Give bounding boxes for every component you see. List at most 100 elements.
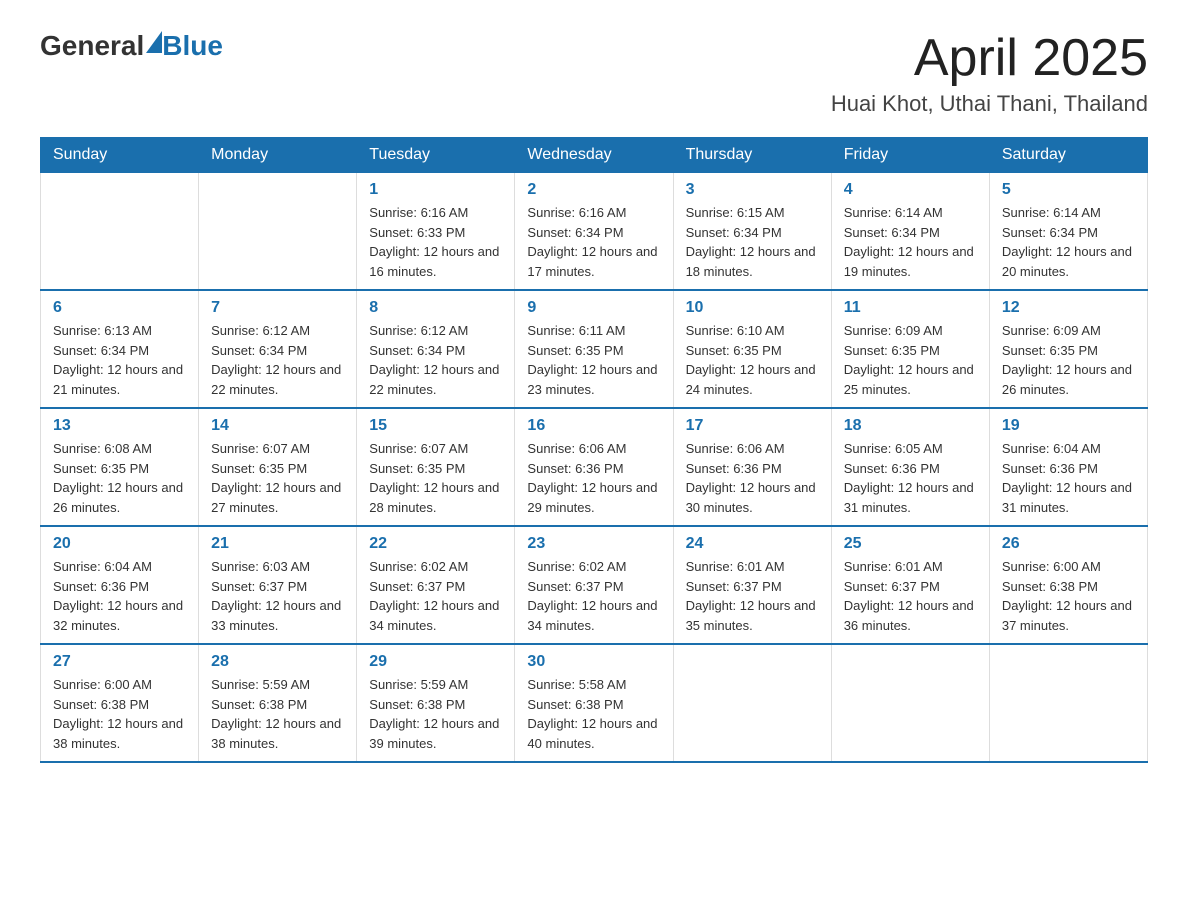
cell-info: Sunrise: 6:03 AMSunset: 6:37 PMDaylight:… bbox=[211, 557, 344, 635]
cell-day-number: 23 bbox=[527, 535, 660, 553]
cell-day-number: 20 bbox=[53, 535, 186, 553]
logo-text-general: General bbox=[40, 30, 144, 62]
cell-info: Sunrise: 5:59 AMSunset: 6:38 PMDaylight:… bbox=[211, 675, 344, 753]
cell-info: Sunrise: 6:05 AMSunset: 6:36 PMDaylight:… bbox=[844, 439, 977, 517]
calendar-cell: 1Sunrise: 6:16 AMSunset: 6:33 PMDaylight… bbox=[357, 173, 515, 291]
calendar-cell: 8 Sunrise: 6:12 AMSunset: 6:34 PMDaylight… bbox=[357, 290, 515, 408]
cell-info: Sunrise: 6:06 AMSunset: 6:36 PMDaylight:… bbox=[686, 439, 819, 517]
calendar-cell: 30Sunrise: 5:58 AMSunset: 6:38 PMDayligh… bbox=[515, 644, 673, 762]
cell-day-number: 7 bbox=[211, 299, 344, 317]
calendar-cell: 10 Sunrise: 6:10 AMSunset: 6:35 PMDayligh… bbox=[673, 290, 831, 408]
calendar-header: SundayMondayTuesdayWednesdayThursdayFrid… bbox=[41, 138, 1148, 173]
cell-day-number: 9 bbox=[527, 299, 660, 317]
calendar-cell: 9 Sunrise: 6:11 AMSunset: 6:35 PMDaylight… bbox=[515, 290, 673, 408]
cell-day-number: 17 bbox=[686, 417, 819, 435]
page-header: General Blue April 2025 Huai Khot, Uthai… bbox=[40, 30, 1148, 117]
calendar-cell: 22 Sunrise: 6:02 AMSunset: 6:37 PMDayligh… bbox=[357, 526, 515, 644]
cell-info: Sunrise: 6:00 AMSunset: 6:38 PMDaylight:… bbox=[1002, 557, 1135, 635]
weekday-header-sunday: Sunday bbox=[41, 138, 199, 173]
cell-day-number: 25 bbox=[844, 535, 977, 553]
cell-day-number: 18 bbox=[844, 417, 977, 435]
calendar-week-row: 20 Sunrise: 6:04 AMSunset: 6:36 PMDayligh… bbox=[41, 526, 1148, 644]
cell-info: Sunrise: 6:06 AMSunset: 6:36 PMDaylight:… bbox=[527, 439, 660, 517]
cell-day-number: 21 bbox=[211, 535, 344, 553]
cell-info: Sunrise: 6:02 AMSunset: 6:37 PMDaylight:… bbox=[369, 557, 502, 635]
cell-day-number: 28 bbox=[211, 653, 344, 671]
calendar-cell: 28 Sunrise: 5:59 AMSunset: 6:38 PMDayligh… bbox=[199, 644, 357, 762]
weekday-header-saturday: Saturday bbox=[989, 138, 1147, 173]
calendar-cell: 2Sunrise: 6:16 AMSunset: 6:34 PMDaylight… bbox=[515, 173, 673, 291]
calendar-cell: 5 Sunrise: 6:14 AMSunset: 6:34 PMDaylight… bbox=[989, 173, 1147, 291]
cell-info: Sunrise: 6:10 AMSunset: 6:35 PMDaylight:… bbox=[686, 321, 819, 399]
title-section: April 2025 Huai Khot, Uthai Thani, Thail… bbox=[831, 30, 1148, 117]
logo-text-blue: Blue bbox=[162, 30, 223, 62]
cell-day-number: 1 bbox=[369, 181, 502, 199]
calendar-cell: 4 Sunrise: 6:14 AMSunset: 6:34 PMDaylight… bbox=[831, 173, 989, 291]
calendar-cell: 11Sunrise: 6:09 AMSunset: 6:35 PMDayligh… bbox=[831, 290, 989, 408]
calendar-cell: 3 Sunrise: 6:15 AMSunset: 6:34 PMDaylight… bbox=[673, 173, 831, 291]
cell-info: Sunrise: 6:07 AMSunset: 6:35 PMDaylight:… bbox=[211, 439, 344, 517]
cell-day-number: 13 bbox=[53, 417, 186, 435]
calendar-cell: 19 Sunrise: 6:04 AMSunset: 6:36 PMDayligh… bbox=[989, 408, 1147, 526]
cell-info: Sunrise: 6:14 AMSunset: 6:34 PMDaylight:… bbox=[844, 203, 977, 281]
calendar-cell: 27 Sunrise: 6:00 AMSunset: 6:38 PMDayligh… bbox=[41, 644, 199, 762]
weekday-header-thursday: Thursday bbox=[673, 138, 831, 173]
cell-info: Sunrise: 6:15 AMSunset: 6:34 PMDaylight:… bbox=[686, 203, 819, 281]
cell-info: Sunrise: 6:02 AMSunset: 6:37 PMDaylight:… bbox=[527, 557, 660, 635]
cell-day-number: 11 bbox=[844, 299, 977, 317]
cell-day-number: 8 bbox=[369, 299, 502, 317]
calendar-cell: 15Sunrise: 6:07 AMSunset: 6:35 PMDayligh… bbox=[357, 408, 515, 526]
cell-info: Sunrise: 6:12 AMSunset: 6:34 PMDaylight:… bbox=[369, 321, 502, 399]
cell-day-number: 12 bbox=[1002, 299, 1135, 317]
cell-info: Sunrise: 6:01 AMSunset: 6:37 PMDaylight:… bbox=[844, 557, 977, 635]
cell-day-number: 5 bbox=[1002, 181, 1135, 199]
cell-day-number: 22 bbox=[369, 535, 502, 553]
calendar-cell bbox=[41, 173, 199, 291]
cell-day-number: 3 bbox=[686, 181, 819, 199]
cell-info: Sunrise: 6:04 AMSunset: 6:36 PMDaylight:… bbox=[1002, 439, 1135, 517]
cell-info: Sunrise: 5:59 AMSunset: 6:38 PMDaylight:… bbox=[369, 675, 502, 753]
cell-day-number: 19 bbox=[1002, 417, 1135, 435]
cell-day-number: 6 bbox=[53, 299, 186, 317]
cell-day-number: 29 bbox=[369, 653, 502, 671]
cell-day-number: 14 bbox=[211, 417, 344, 435]
cell-info: Sunrise: 6:01 AMSunset: 6:37 PMDaylight:… bbox=[686, 557, 819, 635]
logo-triangle-icon bbox=[146, 31, 162, 53]
logo: General Blue bbox=[40, 30, 223, 62]
calendar-week-row: 1Sunrise: 6:16 AMSunset: 6:33 PMDaylight… bbox=[41, 173, 1148, 291]
weekday-header-wednesday: Wednesday bbox=[515, 138, 673, 173]
calendar-cell: 13 Sunrise: 6:08 AMSunset: 6:35 PMDayligh… bbox=[41, 408, 199, 526]
calendar-cell: 21 Sunrise: 6:03 AMSunset: 6:37 PMDayligh… bbox=[199, 526, 357, 644]
calendar-week-row: 27 Sunrise: 6:00 AMSunset: 6:38 PMDayligh… bbox=[41, 644, 1148, 762]
cell-day-number: 27 bbox=[53, 653, 186, 671]
cell-info: Sunrise: 6:04 AMSunset: 6:36 PMDaylight:… bbox=[53, 557, 186, 635]
cell-info: Sunrise: 6:12 AMSunset: 6:34 PMDaylight:… bbox=[211, 321, 344, 399]
weekday-header-monday: Monday bbox=[199, 138, 357, 173]
cell-info: Sunrise: 6:00 AMSunset: 6:38 PMDaylight:… bbox=[53, 675, 186, 753]
cell-day-number: 16 bbox=[527, 417, 660, 435]
cell-day-number: 4 bbox=[844, 181, 977, 199]
calendar-cell bbox=[673, 644, 831, 762]
cell-info: Sunrise: 6:13 AMSunset: 6:34 PMDaylight:… bbox=[53, 321, 186, 399]
cell-info: Sunrise: 6:09 AMSunset: 6:35 PMDaylight:… bbox=[1002, 321, 1135, 399]
calendar-cell bbox=[831, 644, 989, 762]
calendar-table: SundayMondayTuesdayWednesdayThursdayFrid… bbox=[40, 137, 1148, 763]
calendar-cell: 29 Sunrise: 5:59 AMSunset: 6:38 PMDayligh… bbox=[357, 644, 515, 762]
cell-info: Sunrise: 6:14 AMSunset: 6:34 PMDaylight:… bbox=[1002, 203, 1135, 281]
cell-info: Sunrise: 6:11 AMSunset: 6:35 PMDaylight:… bbox=[527, 321, 660, 399]
cell-day-number: 15 bbox=[369, 417, 502, 435]
calendar-cell: 6 Sunrise: 6:13 AMSunset: 6:34 PMDaylight… bbox=[41, 290, 199, 408]
cell-day-number: 10 bbox=[686, 299, 819, 317]
calendar-cell: 12 Sunrise: 6:09 AMSunset: 6:35 PMDayligh… bbox=[989, 290, 1147, 408]
cell-day-number: 26 bbox=[1002, 535, 1135, 553]
weekday-header-row: SundayMondayTuesdayWednesdayThursdayFrid… bbox=[41, 138, 1148, 173]
weekday-header-tuesday: Tuesday bbox=[357, 138, 515, 173]
calendar-cell: 24Sunrise: 6:01 AMSunset: 6:37 PMDayligh… bbox=[673, 526, 831, 644]
calendar-cell: 23 Sunrise: 6:02 AMSunset: 6:37 PMDayligh… bbox=[515, 526, 673, 644]
calendar-cell: 20 Sunrise: 6:04 AMSunset: 6:36 PMDayligh… bbox=[41, 526, 199, 644]
location-title: Huai Khot, Uthai Thani, Thailand bbox=[831, 91, 1148, 117]
cell-info: Sunrise: 6:08 AMSunset: 6:35 PMDaylight:… bbox=[53, 439, 186, 517]
calendar-cell: 14 Sunrise: 6:07 AMSunset: 6:35 PMDayligh… bbox=[199, 408, 357, 526]
calendar-cell: 17 Sunrise: 6:06 AMSunset: 6:36 PMDayligh… bbox=[673, 408, 831, 526]
calendar-week-row: 6 Sunrise: 6:13 AMSunset: 6:34 PMDaylight… bbox=[41, 290, 1148, 408]
